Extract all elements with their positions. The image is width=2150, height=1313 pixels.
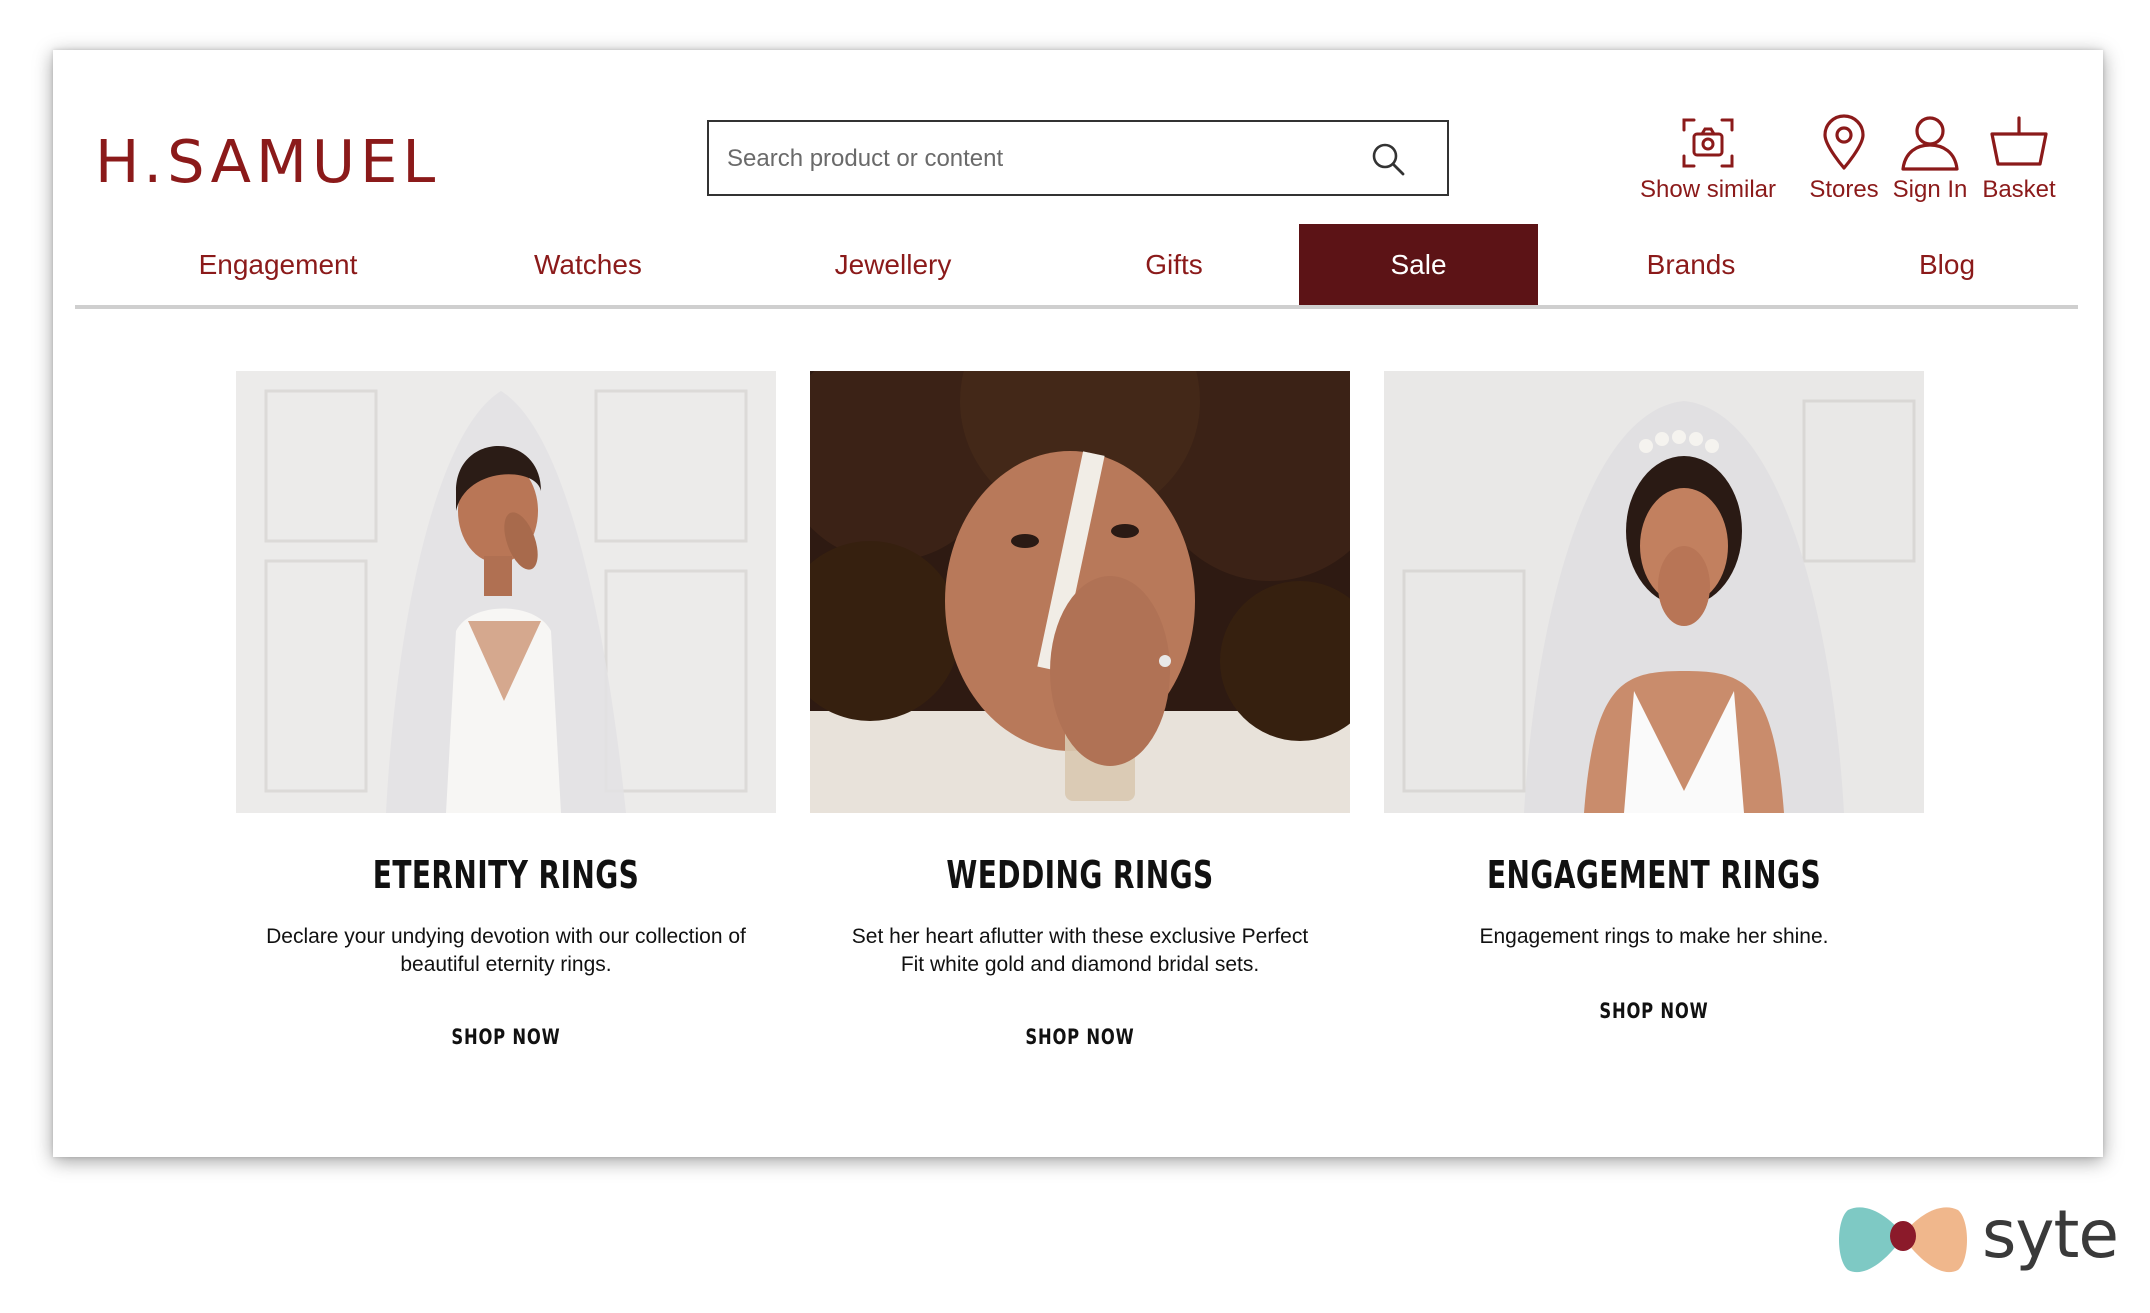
basket-icon bbox=[1990, 116, 2048, 166]
nav-item-engagement[interactable]: Engagement bbox=[163, 224, 393, 305]
syte-logo: syte bbox=[1838, 1196, 2119, 1280]
nav-item-jewellery[interactable]: Jewellery bbox=[798, 224, 988, 305]
browser-page-frame: H.SAMUEL Show similar Stores bbox=[53, 50, 2103, 1157]
basket-label: Basket bbox=[1982, 176, 2056, 203]
search-icon[interactable] bbox=[1369, 140, 1409, 180]
map-pin-icon bbox=[1823, 114, 1865, 170]
card-description: Set her heart aflutter with these exclus… bbox=[851, 925, 1309, 976]
stores-label: Stores bbox=[1809, 176, 1879, 203]
show-similar-label: Show similar bbox=[1639, 176, 1777, 203]
card-title: ETERNITY RINGS bbox=[372, 853, 640, 897]
card-description: Engagement rings to make her shine. bbox=[1479, 925, 1829, 948]
card-title: ENGAGEMENT RINGS bbox=[1486, 853, 1822, 897]
product-card-wedding: WEDDING RINGS Set her heart aflutter wit… bbox=[810, 371, 1350, 1049]
shop-now-link[interactable]: SHOP NOW bbox=[451, 1025, 560, 1049]
shop-now-link[interactable]: SHOP NOW bbox=[1025, 1025, 1134, 1049]
product-card-eternity: ETERNITY RINGS Declare your undying devo… bbox=[236, 371, 776, 1049]
nav-item-gifts[interactable]: Gifts bbox=[1119, 224, 1229, 305]
user-icon bbox=[1901, 116, 1959, 171]
shop-now-link[interactable]: SHOP NOW bbox=[1599, 999, 1708, 1023]
show-similar-button[interactable]: Show similar bbox=[1633, 114, 1783, 204]
smiling-bride-with-pearl-headband-photo[interactable] bbox=[1384, 371, 1924, 813]
search-box[interactable] bbox=[707, 120, 1449, 196]
nav-item-brands[interactable]: Brands bbox=[1611, 224, 1771, 305]
card-title: WEDDING RINGS bbox=[946, 853, 1214, 897]
basket-button[interactable]: Basket bbox=[1977, 114, 2061, 204]
syte-wordmark: syte bbox=[1982, 1196, 2119, 1273]
search-input[interactable] bbox=[725, 122, 1369, 196]
bride-with-veil-photo[interactable] bbox=[236, 371, 776, 813]
curly-haired-woman-with-glass-photo[interactable] bbox=[810, 371, 1350, 813]
sign-in-label: Sign In bbox=[1892, 176, 1968, 203]
syte-mark-icon bbox=[1839, 1207, 1967, 1273]
brand-logo[interactable]: H.SAMUEL bbox=[95, 132, 440, 191]
sign-in-button[interactable]: Sign In bbox=[1885, 114, 1975, 204]
nav-item-sale[interactable]: Sale bbox=[1299, 224, 1538, 305]
card-description: Declare your undying devotion with our c… bbox=[266, 925, 746, 976]
main-navigation: Engagement Watches Jewellery Gifts Sale … bbox=[75, 224, 2078, 309]
nav-item-watches[interactable]: Watches bbox=[508, 224, 668, 305]
stores-button[interactable]: Stores bbox=[1804, 114, 1884, 204]
camera-scan-icon bbox=[1682, 118, 1734, 168]
nav-item-blog[interactable]: Blog bbox=[1892, 224, 2002, 305]
product-card-engagement: ENGAGEMENT RINGS Engagement rings to mak… bbox=[1384, 371, 1924, 1023]
